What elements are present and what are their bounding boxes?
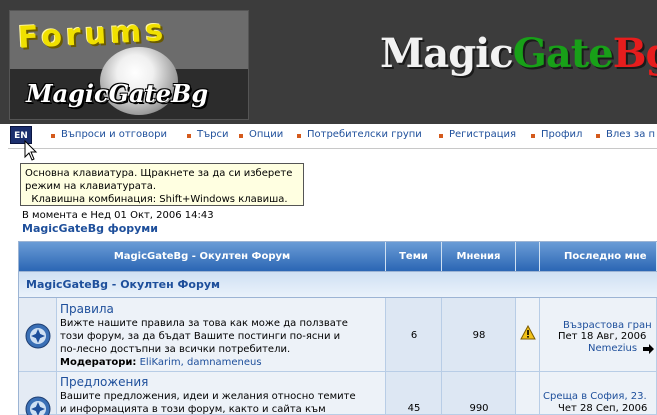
header-last-post: Последно мне <box>540 242 657 271</box>
forum-index-link[interactable]: MagicGateBg форуми <box>22 222 158 235</box>
view-latest-post-icon[interactable] <box>642 344 656 354</box>
header-forum: MagicGateBg - Окултен Форум <box>19 242 386 271</box>
posts-count: 98 <box>472 330 486 341</box>
current-time: В момента е Нед 01 Окт, 2006 14:43 <box>22 210 214 221</box>
forum-desc-line: по-лесно достъпни за всички потребители. <box>60 344 291 355</box>
last-post-title[interactable]: Възрастова гран <box>563 320 652 331</box>
forum-status-icon <box>25 323 51 349</box>
last-post-date: Чет 28 Сеп, 2006 <box>558 403 648 414</box>
header-spacer <box>516 242 540 271</box>
nav-faq[interactable]: Въпроси и отговори <box>51 129 167 140</box>
header-topics: Теми <box>386 242 442 271</box>
tooltip-line-1: Основна клавиатура. Щракнете за да си из… <box>25 168 293 179</box>
forum-moderators: Модератори: EliKarim, damnameneus <box>60 357 262 368</box>
header-posts: Мнения <box>442 242 516 271</box>
nav-usergroups[interactable]: Потребителски групи <box>297 129 422 140</box>
forum-title-rules[interactable]: Правила <box>60 302 114 316</box>
site-title-gate: Gate <box>512 30 614 77</box>
forum-description-rules: Вижте нашите правила за това как може да… <box>60 317 384 356</box>
last-post-title[interactable]: Среща в София, 23. <box>543 391 647 402</box>
last-post-date: Пет 18 Авг, 2006 <box>558 331 647 342</box>
forum-status-icon <box>25 396 51 415</box>
tooltip-line-2: режим на клавиатурата. <box>25 181 157 192</box>
nav-search[interactable]: Търси <box>187 129 229 140</box>
keyboard-tooltip: Основна клавиатура. Щракнете за да си из… <box>20 163 304 206</box>
nav-options[interactable]: Опции <box>238 129 283 140</box>
nav-register[interactable]: Регистрация <box>438 129 516 140</box>
moderator-links[interactable]: EliKarim, damnameneus <box>140 357 262 368</box>
category-link[interactable]: MagicGateBg - Окултен Форум <box>26 278 220 291</box>
nav-login[interactable]: Влез за п <box>595 129 655 140</box>
site-title-bg: Bg <box>612 30 657 77</box>
topics-count: 6 <box>410 330 418 341</box>
topics-count: 45 <box>407 403 421 414</box>
forum-description-suggestions: Вашите предложения, идеи и желания относ… <box>60 390 384 415</box>
mouse-cursor-icon <box>24 140 38 161</box>
last-post-user[interactable]: Nemezius <box>588 343 637 354</box>
posts-count: 990 <box>469 403 489 414</box>
forum-title-suggestions[interactable]: Предложения <box>60 375 148 389</box>
site-title-magic: Magic <box>380 30 514 77</box>
site-title: MagicGateBg <box>380 30 657 77</box>
forum-desc-line: Вижте нашите правила за това как може да… <box>60 318 348 329</box>
forum-desc-line: и информацията в този форум, както и сай… <box>60 404 326 415</box>
forum-desc-line: този форум, за да бъдат Вашите постинги … <box>60 331 341 342</box>
logo-brand-text: MagicGateBg <box>26 79 209 108</box>
forum-desc-line: Вашите предложения, идеи и желания относ… <box>60 391 356 402</box>
warning-icon <box>520 325 536 340</box>
moderators-label: Модератори: <box>60 357 137 368</box>
nav-divider <box>8 148 657 149</box>
nav-profile[interactable]: Профил <box>530 129 582 140</box>
forums-logo[interactable]: Forums MagicGateBg <box>9 10 249 120</box>
tooltip-line-3: Клавишна комбинация: Shift+Windows клави… <box>25 194 288 205</box>
table-row-flag-cell <box>516 372 540 415</box>
